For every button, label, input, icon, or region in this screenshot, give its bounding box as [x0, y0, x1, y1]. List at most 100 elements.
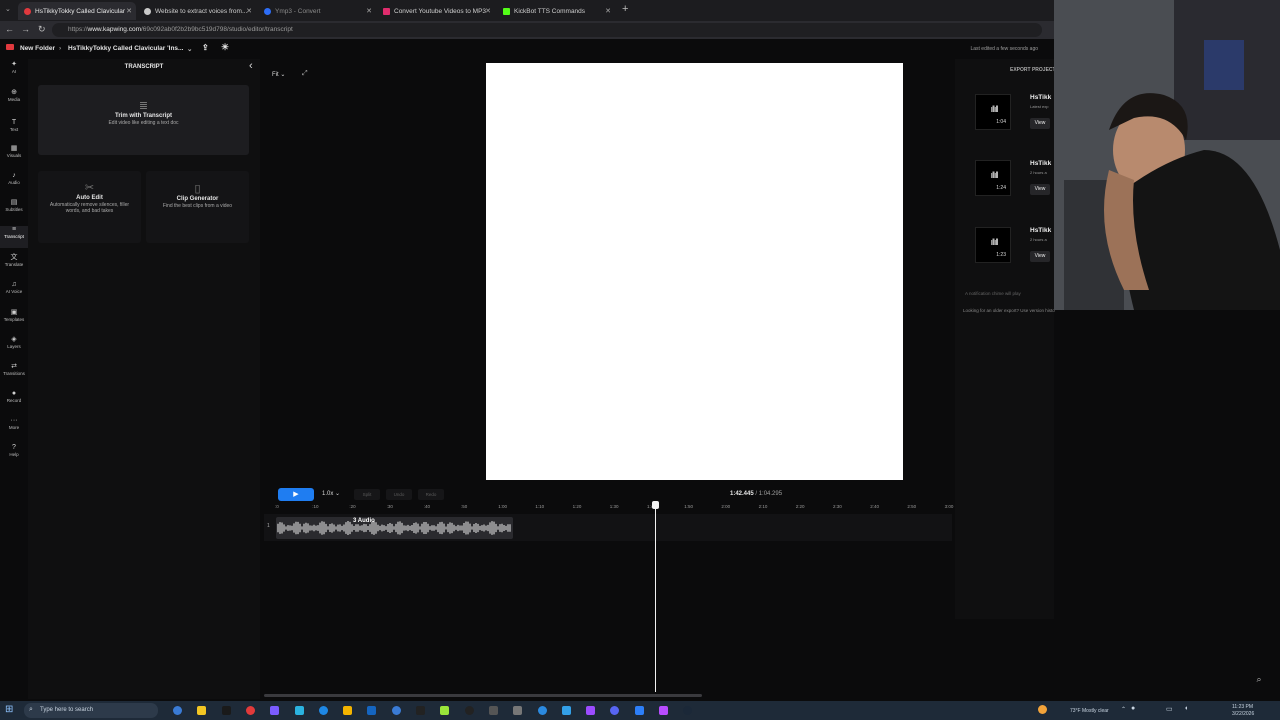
rail-item-layers[interactable]: ◈ Layers: [0, 336, 28, 350]
rail-item-record[interactable]: ● Record: [0, 390, 28, 404]
app-icon[interactable]: [659, 706, 668, 715]
app-icon[interactable]: [586, 706, 596, 715]
undo-button[interactable]: Undo: [386, 489, 412, 500]
clock-date[interactable]: 3/22/2026: [1232, 711, 1254, 717]
rail-item-help[interactable]: ? Help: [0, 444, 28, 458]
audio-clip[interactable]: [276, 517, 513, 539]
rail-item-ai-voice[interactable]: ♫ AI Voice: [0, 281, 28, 295]
app-icon[interactable]: [440, 706, 450, 715]
windows-taskbar: ⊞ ⌕ Type here to search 73°F Mostly clea…: [0, 701, 1280, 720]
folder-breadcrumb[interactable]: New Folder: [20, 45, 55, 52]
export-duration: 1:24: [996, 185, 1006, 191]
microphone-icon[interactable]: ●: [1131, 705, 1135, 712]
windows-start-icon[interactable]: ⊞: [5, 705, 13, 715]
browser-tab-ymp3[interactable]: Ymp3 - Convert ✕: [258, 2, 376, 20]
project-title[interactable]: HsTikkyTokky Called Clavicular 'Ins...: [68, 45, 183, 52]
browser-tab-convert[interactable]: Convert Youtube Videos to MP3 fi... ✕: [377, 2, 495, 20]
close-tab-icon[interactable]: ✕: [126, 7, 132, 15]
close-tab-icon[interactable]: ✕: [605, 7, 611, 15]
rail-item-templates[interactable]: ▣ Templates: [0, 309, 28, 323]
new-tab-button[interactable]: +: [622, 3, 628, 15]
word-icon[interactable]: [367, 706, 377, 715]
store-icon[interactable]: [318, 706, 328, 715]
audio-wave-icon: ıllıll: [990, 170, 999, 180]
clock-time[interactable]: 11:23 PM: [1232, 704, 1253, 710]
tray-chevron-icon[interactable]: ⌃: [1121, 706, 1126, 713]
network-icon[interactable]: ▭: [1166, 705, 1173, 713]
view-export-button[interactable]: View: [1030, 184, 1050, 195]
app-icon[interactable]: [270, 706, 280, 715]
playhead-handle[interactable]: [652, 501, 659, 509]
rail-item-visuals[interactable]: ▦ Visuals: [0, 145, 28, 159]
app-icon[interactable]: [464, 706, 474, 715]
auto-edit-card[interactable]: ✂ Auto Edit Automatically remove silence…: [38, 171, 141, 243]
browser-tab-voices[interactable]: Website to extract voices from... ✕: [138, 2, 256, 20]
app-icon[interactable]: [537, 706, 547, 715]
chrome-icon[interactable]: [245, 706, 255, 715]
export-thumbnail[interactable]: ıllıll 1:23: [975, 227, 1011, 263]
clip-generator-card[interactable]: ▯ Clip Generator Find the best clips fro…: [146, 171, 249, 243]
back-icon[interactable]: ←: [5, 24, 14, 34]
tab-scroll-icon[interactable]: ⌄: [5, 5, 11, 13]
rail-item-ai[interactable]: ✦ AI: [0, 61, 28, 75]
app-icon[interactable]: [634, 706, 644, 715]
volume-icon[interactable]: ◖: [1184, 705, 1188, 712]
folder-icon[interactable]: [343, 706, 353, 715]
close-tab-icon[interactable]: ✕: [366, 7, 372, 15]
export-thumbnail[interactable]: ıllıll 1:04: [975, 94, 1011, 130]
steam-icon[interactable]: [683, 706, 693, 715]
edge-icon[interactable]: [294, 706, 304, 715]
forward-icon[interactable]: →: [21, 24, 30, 34]
app-icon[interactable]: [513, 706, 523, 715]
track-number: 1: [267, 523, 270, 529]
clip-generator-title: Clip Generator: [176, 196, 219, 202]
export-thumbnail[interactable]: ıllıll 1:24: [975, 160, 1011, 196]
rail-item-label: AI Voice: [5, 289, 23, 294]
video-canvas[interactable]: [486, 63, 903, 480]
rail-item-subtitles[interactable]: ▤ Subtitles: [0, 199, 28, 213]
playhead[interactable]: [655, 502, 656, 692]
rail-item-text[interactable]: T Text: [0, 119, 28, 133]
discord-icon[interactable]: [610, 706, 620, 715]
rail-item-audio[interactable]: ♪ Audio: [0, 172, 28, 186]
rail-item-transitions[interactable]: ⇄ Transitions: [0, 363, 28, 377]
browser-tab-kickbot[interactable]: KickBot TTS Commands ✕: [497, 2, 615, 20]
share-icon[interactable]: ⇪: [202, 43, 209, 52]
rail-item-transcript[interactable]: ≡ Transcript: [0, 226, 28, 248]
task-view-icon[interactable]: [173, 706, 182, 715]
rail-item-label: Transitions: [3, 371, 25, 376]
resize-icon[interactable]: ⤢: [302, 70, 308, 78]
close-tab-icon[interactable]: ✕: [485, 7, 491, 15]
timeline-scrollbar[interactable]: [264, 694, 702, 697]
brightness-icon[interactable]: ☀: [221, 42, 229, 53]
browser-tab-kapwing[interactable]: HsTikkyTokky Called Clavicular 'In... ✕: [18, 2, 136, 20]
chevron-down-icon[interactable]: ⌄: [187, 45, 192, 53]
kapwing-favicon-icon: [24, 7, 31, 15]
rail-item-label: Layers: [7, 344, 21, 349]
redo-button[interactable]: Redo: [418, 489, 444, 500]
notification-note: A notification chime will play: [965, 291, 1021, 296]
app-icon[interactable]: [488, 706, 498, 715]
obs-icon[interactable]: [416, 706, 425, 715]
taskbar-search-input[interactable]: ⌕ Type here to search: [24, 703, 158, 718]
close-tab-icon[interactable]: ✕: [246, 7, 252, 15]
view-export-button[interactable]: View: [1030, 118, 1050, 129]
webcam-overlay: [1054, 0, 1280, 310]
app-icon[interactable]: [391, 706, 401, 715]
collapse-panel-icon[interactable]: ‹: [249, 60, 253, 72]
trim-with-transcript-card[interactable]: ≣ Trim with Transcript Edit video like e…: [38, 85, 249, 155]
timeline-ruler[interactable]: :0:10:20:30:40:501:001:101:201:301:401:5…: [275, 500, 955, 512]
url-field[interactable]: https://www.kapwing.com/69c092ab0f2b2b9b…: [52, 23, 1042, 37]
reload-icon[interactable]: ↻: [38, 24, 46, 35]
split-button[interactable]: Split: [354, 489, 380, 500]
file-explorer-icon[interactable]: [221, 706, 231, 715]
magnifier-icon[interactable]: ⌕: [1252, 674, 1266, 688]
widgets-icon[interactable]: [197, 706, 207, 715]
rail-item-more[interactable]: ··· More: [0, 417, 28, 431]
app-icon[interactable]: [561, 706, 571, 715]
fit-zoom-select[interactable]: Fit ⌄: [272, 71, 285, 78]
view-export-button[interactable]: View: [1030, 251, 1050, 262]
rail-item-translate[interactable]: 文 Translate: [0, 254, 28, 268]
clip-label: 3 Audio: [353, 518, 375, 524]
rail-item-media[interactable]: ⊕ Media: [0, 89, 28, 103]
